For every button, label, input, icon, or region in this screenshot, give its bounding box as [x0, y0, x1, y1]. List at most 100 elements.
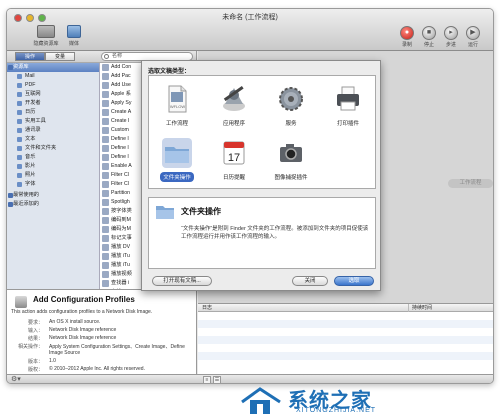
- category-icon: [8, 202, 13, 207]
- action-item-label: Create I: [111, 118, 130, 124]
- action-item-label: 按字体类: [111, 208, 132, 214]
- category-item[interactable]: 影片: [7, 162, 99, 171]
- category-label: PDF: [25, 82, 36, 88]
- segment-variables[interactable]: 变量: [45, 52, 75, 61]
- category-item[interactable]: 互联网: [7, 90, 99, 99]
- step-label: 步进: [445, 42, 456, 48]
- detail-key: 相关操作：: [17, 344, 43, 350]
- hide-library-button[interactable]: 隐藏资源库: [31, 25, 61, 47]
- workflow-drop-hint: 工作流程: [448, 179, 493, 188]
- category-label: 最近添加的: [13, 201, 39, 207]
- log-panel: 日志 持续时间: [198, 303, 493, 374]
- category-label: 音乐: [25, 154, 36, 160]
- type-workflow[interactable]: WFLOW 工作流程: [149, 84, 205, 128]
- run-label: 运行: [467, 42, 478, 48]
- category-icon: [17, 137, 22, 142]
- action-item-icon: [102, 127, 109, 134]
- action-item-icon: [102, 244, 109, 251]
- type-calendar-alarm[interactable]: 17 日历提醒: [206, 138, 262, 182]
- action-item-icon: [102, 271, 109, 278]
- choose-button[interactable]: 选取: [334, 276, 374, 286]
- log-column-header[interactable]: 日志: [202, 304, 212, 312]
- action-title: Add Configuration Profiles: [33, 295, 135, 304]
- category-item[interactable]: 实用工具: [7, 117, 99, 126]
- library-segmented-control: 操作 变量: [15, 52, 75, 61]
- detail-key: 输入：: [27, 328, 43, 334]
- category-item[interactable]: 字体: [7, 180, 99, 189]
- type-folder-action[interactable]: 文件夹操作: [149, 138, 205, 182]
- category-icon: [17, 155, 22, 160]
- category-label: 日历: [25, 109, 36, 115]
- category-icon: [17, 146, 22, 151]
- open-existing-document-button[interactable]: 打开现有文稿...: [152, 276, 212, 286]
- action-item-icon: [102, 73, 109, 80]
- category-label: 照片: [25, 172, 36, 178]
- category-item[interactable]: 音乐: [7, 153, 99, 162]
- category-item[interactable]: 文件和文件夹: [7, 144, 99, 153]
- type-label: 服务: [285, 121, 297, 127]
- detail-row: 相关操作： Apply System Configuration Settings…: [11, 343, 195, 356]
- category-label: 字体: [25, 181, 36, 187]
- type-application[interactable]: 应用程序: [206, 84, 262, 128]
- category-item[interactable]: PDF: [7, 81, 99, 90]
- record-button[interactable]: ● 录制: [397, 26, 417, 48]
- media-button[interactable]: 媒体: [59, 25, 89, 47]
- category-item[interactable]: 照片: [7, 171, 99, 180]
- category-icon: [17, 164, 22, 169]
- action-description-panel: Add Configuration Profiles This action a…: [7, 289, 197, 374]
- action-item-label: Define I: [111, 154, 129, 160]
- category-label: Mail: [25, 73, 35, 79]
- action-item-label: 播放 iTu: [111, 262, 130, 268]
- variables-list-icon[interactable]: ☰: [213, 376, 221, 383]
- segment-actions[interactable]: 操作: [15, 52, 45, 61]
- type-print-plugin[interactable]: 打印插件: [320, 84, 376, 128]
- step-button[interactable]: ▸ 步进: [441, 26, 461, 48]
- stop-icon: ■: [422, 26, 436, 40]
- category-label: 文本: [25, 136, 36, 142]
- action-item-icon: [102, 100, 109, 107]
- type-service[interactable]: 服务: [263, 84, 319, 128]
- media-label: 媒体: [68, 41, 79, 47]
- close-button[interactable]: 关闭: [292, 276, 328, 286]
- category-item[interactable]: 开发者: [7, 99, 99, 108]
- action-item-icon: [102, 136, 109, 143]
- action-item-label: Define I: [111, 136, 129, 142]
- action-item-icon: [102, 118, 109, 125]
- action-item-label: Filter Cl: [111, 181, 129, 187]
- run-icon: ▶: [466, 26, 480, 40]
- site-watermark: 系统之家 XITONGZHIJIA.NET: [236, 384, 500, 417]
- log-list-icon[interactable]: ≡: [203, 376, 211, 383]
- gear-icon[interactable]: ⚙▾: [11, 376, 23, 383]
- folder-icon: [162, 138, 192, 168]
- category-icon: [8, 193, 13, 198]
- category-item[interactable]: 通讯录: [7, 126, 99, 135]
- media-icon: [67, 25, 81, 38]
- action-item-label: Apple 系: [111, 91, 131, 97]
- category-item[interactable]: 文本: [7, 135, 99, 144]
- category-label: 互联网: [25, 91, 41, 97]
- category-label: 最常使用的: [13, 192, 39, 198]
- category-item[interactable]: 最近添加的: [7, 200, 99, 209]
- house-logo-icon: [241, 387, 281, 414]
- workflow-icon: WFLOW: [168, 85, 187, 113]
- stop-button[interactable]: ■ 停止: [419, 26, 439, 48]
- category-label: 文件和文件夹: [25, 145, 57, 151]
- camera-icon: [280, 144, 302, 162]
- type-image-capture-plugin[interactable]: 图像捕捉插件: [263, 138, 319, 182]
- detail-row: 要求： An OS X install source.: [11, 319, 195, 326]
- hide-library-label: 隐藏资源库: [33, 41, 59, 47]
- printer-icon: [337, 86, 359, 111]
- action-item-icon: [102, 253, 109, 260]
- category-item[interactable]: 最常使用的: [7, 191, 99, 200]
- action-item-label: Custom: [111, 127, 129, 133]
- document-type-sheet: 选取文稿类型： WFLOW 工作流程 应用程序 服务 打印插件 文件夹操作 17…: [141, 60, 381, 291]
- duration-column-header[interactable]: 持续时间: [408, 304, 432, 312]
- detail-row: 版权： © 2010–2012 Apple Inc. All rights res…: [11, 366, 195, 373]
- detail-value: Network Disk Image reference: [49, 327, 117, 333]
- category-item[interactable]: Mail: [7, 72, 99, 81]
- action-item-label: Create A: [111, 109, 132, 115]
- run-button[interactable]: ▶ 运行: [463, 26, 483, 48]
- category-item[interactable]: 资源库: [7, 63, 99, 72]
- log-header: 日志 持续时间: [198, 304, 493, 312]
- category-item[interactable]: 日历: [7, 108, 99, 117]
